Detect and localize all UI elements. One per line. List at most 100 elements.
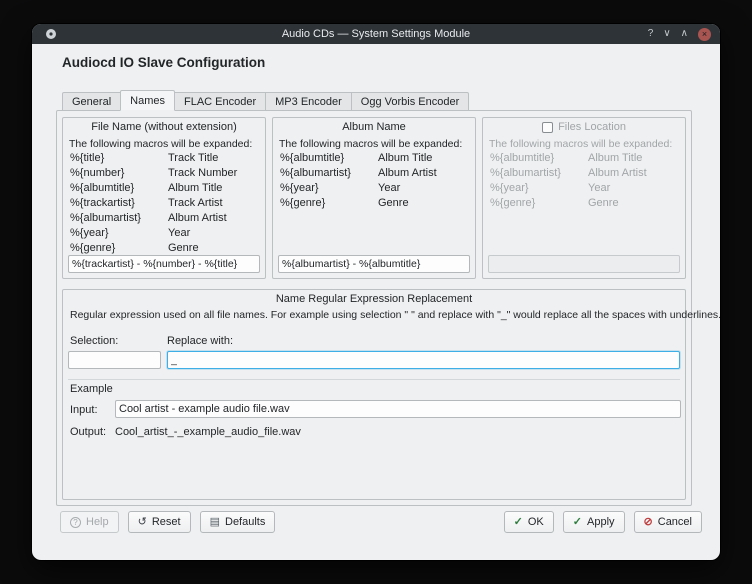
macro-row: %{albumartist}Album Artist <box>490 166 679 181</box>
macro-desc: Year <box>588 181 679 196</box>
macro-desc: Album Artist <box>588 166 679 181</box>
selection-input[interactable] <box>68 351 161 369</box>
macro-desc: Album Artist <box>168 211 259 226</box>
macro-name: %{genre} <box>70 241 168 256</box>
macro-row: %{albumartist}Album Artist <box>70 211 259 226</box>
macro-desc: Genre <box>588 196 679 211</box>
files-location-group: Files Location The following macros will… <box>482 117 686 279</box>
cancel-button-label: Cancel <box>658 516 692 528</box>
help-button-label: Help <box>86 516 109 528</box>
macro-desc: Year <box>378 181 469 196</box>
macro-list: %{title}Track Title %{number}Track Numbe… <box>70 151 259 256</box>
left-buttons: ? Help ↺ Reset ▤ Defaults <box>60 511 275 533</box>
page-title: Audiocd IO Slave Configuration <box>62 55 265 70</box>
macro-row: %{year}Year <box>70 226 259 241</box>
example-label: Example <box>70 383 113 395</box>
macro-row: %{genre}Genre <box>490 196 679 211</box>
tab-ogg-vorbis-encoder[interactable]: Ogg Vorbis Encoder <box>351 92 469 111</box>
macro-desc: Genre <box>378 196 469 211</box>
macro-row: %{year}Year <box>490 181 679 196</box>
macro-row: %{trackartist}Track Artist <box>70 196 259 211</box>
close-button[interactable]: × <box>698 28 711 41</box>
titlebar: Audio CDs — System Settings Module ? ∨ ∧… <box>32 24 720 44</box>
macro-row: %{year}Year <box>280 181 469 196</box>
ok-button-label: OK <box>528 516 544 528</box>
macro-row: %{albumtitle}Album Title <box>280 151 469 166</box>
maximize-button[interactable]: ∧ <box>681 29 688 39</box>
defaults-button[interactable]: ▤ Defaults <box>200 511 276 533</box>
macro-name: %{albumartist} <box>70 211 168 226</box>
macro-desc: Track Artist <box>168 196 259 211</box>
macros-intro: The following macros will be expanded: <box>279 138 462 150</box>
macro-row: %{albumtitle}Album Title <box>70 181 259 196</box>
cancel-button[interactable]: ⊘ Cancel <box>634 511 702 533</box>
help-icon: ? <box>70 517 81 528</box>
macro-desc: Album Artist <box>378 166 469 181</box>
audio-cd-icon <box>45 28 57 40</box>
album-name-group: Album Name The following macros will be … <box>272 117 476 279</box>
files-location-group-title: Files Location <box>483 121 685 133</box>
replace-with-label: Replace with: <box>167 335 233 347</box>
regex-description: Regular expression used on all file name… <box>70 309 720 321</box>
undo-icon: ↺ <box>138 517 147 528</box>
reset-button[interactable]: ↺ Reset <box>128 511 191 533</box>
album-name-pattern-input[interactable] <box>278 255 470 273</box>
macro-name: %{year} <box>280 181 378 196</box>
example-input-field[interactable] <box>115 400 681 418</box>
macro-row: %{title}Track Title <box>70 151 259 166</box>
macro-name: %{year} <box>490 181 588 196</box>
macro-desc: Album Title <box>378 151 469 166</box>
macro-row: %{number}Track Number <box>70 166 259 181</box>
example-input-label: Input: <box>70 404 98 416</box>
document-revert-icon: ▤ <box>210 517 220 528</box>
macro-name: %{year} <box>70 226 168 241</box>
apply-button[interactable]: ✓ Apply <box>563 511 625 533</box>
file-name-pattern-input[interactable] <box>68 255 260 273</box>
macro-name: %{albumtitle} <box>490 151 588 166</box>
selection-label: Selection: <box>70 335 118 347</box>
window-controls: ? ∨ ∧ × <box>648 24 711 44</box>
files-location-checkbox[interactable] <box>542 122 553 133</box>
macro-row: %{albumartist}Album Artist <box>280 166 469 181</box>
check-icon: ✓ <box>573 517 582 528</box>
macro-row: %{albumtitle}Album Title <box>490 151 679 166</box>
ok-button[interactable]: ✓ OK <box>504 511 554 533</box>
help-button[interactable]: ? Help <box>60 511 119 533</box>
macro-list: %{albumtitle}Album Title %{albumartist}A… <box>280 151 469 211</box>
regex-group-title: Name Regular Expression Replacement <box>63 293 685 305</box>
button-bar: ? Help ↺ Reset ▤ Defaults ✓ OK ✓ Apply ⊘ <box>60 511 702 533</box>
macro-name: %{albumartist} <box>490 166 588 181</box>
macro-name: %{genre} <box>280 196 378 211</box>
tab-mp3-encoder[interactable]: MP3 Encoder <box>265 92 352 111</box>
defaults-button-label: Defaults <box>225 516 265 528</box>
album-name-group-title: Album Name <box>273 121 475 133</box>
macro-desc: Album Title <box>588 151 679 166</box>
minimize-button[interactable]: ∨ <box>663 29 670 39</box>
macro-list: %{albumtitle}Album Title %{albumartist}A… <box>490 151 679 211</box>
check-icon: ✓ <box>514 517 523 528</box>
macro-name: %{number} <box>70 166 168 181</box>
macro-desc: Track Number <box>168 166 259 181</box>
macro-row: %{genre}Genre <box>280 196 469 211</box>
tab-bar: General Names FLAC Encoder MP3 Encoder O… <box>62 90 469 111</box>
replace-with-input[interactable] <box>167 351 680 369</box>
help-window-button[interactable]: ? <box>648 29 654 39</box>
macro-desc: Track Title <box>168 151 259 166</box>
files-location-label: Files Location <box>558 121 626 133</box>
macro-name: %{albumtitle} <box>280 151 378 166</box>
reset-button-label: Reset <box>152 516 181 528</box>
macro-name: %{albumartist} <box>280 166 378 181</box>
cancel-icon: ⊘ <box>644 517 653 528</box>
tab-general[interactable]: General <box>62 92 121 111</box>
macros-intro: The following macros will be expanded: <box>69 138 252 150</box>
tab-names[interactable]: Names <box>120 90 175 111</box>
window-title: Audio CDs — System Settings Module <box>32 28 720 40</box>
tab-flac-encoder[interactable]: FLAC Encoder <box>174 92 266 111</box>
files-location-pattern-input <box>488 255 680 273</box>
macro-name: %{genre} <box>490 196 588 211</box>
apply-button-label: Apply <box>587 516 615 528</box>
example-output-value: Cool_artist_-_example_audio_file.wav <box>115 426 301 438</box>
macro-row: %{genre}Genre <box>70 241 259 256</box>
macro-name: %{albumtitle} <box>70 181 168 196</box>
macro-name: %{title} <box>70 151 168 166</box>
